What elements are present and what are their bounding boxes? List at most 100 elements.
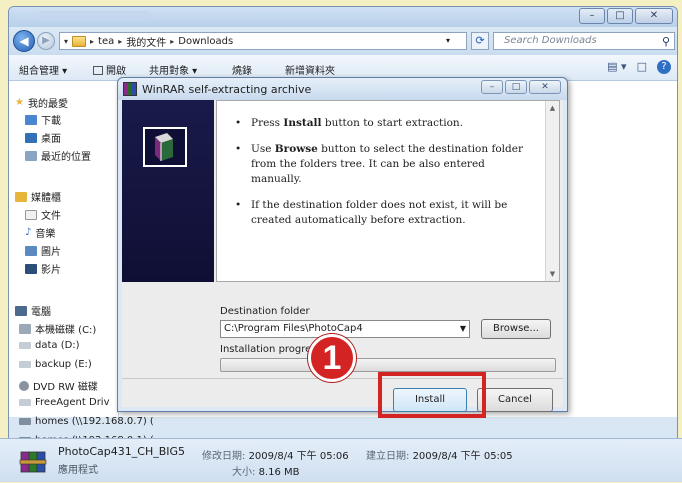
dialog-close-button[interactable]: ✕ [529, 80, 561, 94]
sidebar-item-data-drive[interactable]: data (D:) [19, 340, 80, 351]
size-value: 8.16 MB [258, 467, 300, 478]
sidebar-item-computer[interactable]: 電腦 [15, 303, 51, 318]
sidebar-item-label: 本機磁碟 (C:) [35, 325, 97, 336]
sidebar-item-label: 文件 [41, 211, 61, 222]
sidebar-item-videos[interactable]: 影片 [25, 261, 61, 276]
chevron-down-icon: ▾ [64, 36, 69, 46]
back-button[interactable]: ◀ [13, 30, 35, 52]
breadcrumb-item[interactable]: Downloads [178, 36, 233, 47]
preview-pane-icon[interactable]: □ [637, 60, 647, 74]
organize-button[interactable]: 組合管理 ▾ [19, 62, 67, 77]
dialog-maximize-button[interactable]: □ [505, 80, 527, 94]
sidebar-item-music[interactable]: ♪ 音樂 [25, 225, 55, 240]
chevron-down-icon[interactable]: ▼ [460, 321, 466, 337]
sidebar-item-label: 我的最愛 [27, 99, 68, 110]
breadcrumb-item[interactable]: tea [98, 36, 114, 47]
instruction-install: Press Install button to start extraction… [235, 116, 535, 131]
address-bar[interactable]: ▾ ▸ tea ▸ 我的文件 ▸ Downloads ▾ [59, 32, 467, 50]
maximize-button[interactable]: □ [607, 8, 633, 24]
search-input[interactable]: Search Downloads ⚲ [493, 32, 675, 50]
sidebar-item-favorites[interactable]: ★ 我的最愛 [15, 95, 68, 110]
instructions-scrollbar[interactable]: ▲ ▼ [545, 101, 559, 281]
instruction-text: Use [251, 143, 275, 155]
documents-icon [25, 209, 37, 220]
sidebar-item-label: FreeAgent Driv [35, 397, 110, 408]
window-controls: – □ ✕ [579, 8, 673, 24]
instructions-list: Press Install button to start extraction… [235, 116, 535, 239]
drive-icon [19, 342, 31, 349]
help-icon[interactable]: ? [657, 60, 671, 74]
step-number-badge: 1 [308, 334, 356, 382]
breadcrumb-item[interactable]: 我的文件 [126, 34, 166, 49]
share-button[interactable]: 共用對象 ▾ [149, 62, 197, 77]
sidebar-item-desktop[interactable]: 桌面 [25, 130, 61, 145]
minimize-button[interactable]: – [579, 8, 605, 24]
winrar-logo [143, 127, 187, 167]
sidebar-item-recent[interactable]: 最近的位置 [25, 148, 91, 163]
sidebar-item-libraries[interactable]: 媒體櫃 [15, 189, 61, 204]
star-icon: ★ [15, 97, 24, 108]
progress-label: Installation progress [220, 344, 322, 355]
created-value: 2009/8/4 下午 05:05 [412, 451, 513, 462]
sidebar-item-downloads[interactable]: 下載 [25, 112, 61, 127]
sidebar-item-pictures[interactable]: 圖片 [25, 243, 61, 258]
pictures-icon [25, 245, 37, 256]
videos-icon [25, 263, 37, 274]
new-folder-button[interactable]: 新增資料夾 [285, 62, 335, 77]
sidebar-item-label: 桌面 [41, 134, 61, 145]
cancel-button[interactable]: Cancel [477, 388, 553, 412]
sidebar-item-documents[interactable]: 文件 [25, 207, 61, 222]
refresh-icon[interactable]: ⟳ [471, 32, 489, 50]
modified-value: 2009/8/4 下午 05:06 [248, 451, 349, 462]
open-button[interactable]: 開啟 [93, 62, 126, 77]
installation-progress-bar [220, 358, 556, 372]
desktop-icon [25, 132, 37, 143]
details-modified: 修改日期: 2009/8/4 下午 05:06 [202, 447, 349, 462]
sidebar-item-label: 下載 [41, 116, 61, 127]
instruction-bold: Install [283, 117, 322, 129]
navigation-pane: ★ 我的最愛 下載 桌面 最近的位置 媒體櫃 文件 ♪ 音樂 圖片 影片 電腦 本機… [9, 81, 154, 445]
browse-button[interactable]: Browse... [481, 319, 551, 339]
sidebar-item-label: 音樂 [35, 229, 56, 240]
address-dropdown-icon[interactable]: ▾ [446, 33, 450, 49]
search-icon: ⚲ [661, 35, 670, 48]
sidebar-item-dvd-drive[interactable]: DVD RW 磁碟 [19, 378, 98, 393]
breadcrumb-separator-icon: ▸ [170, 36, 175, 46]
download-folder-icon [25, 114, 37, 125]
sidebar-item-label: DVD RW 磁碟 [33, 382, 98, 393]
explorer-titlebar: – □ ✕ [9, 7, 677, 27]
local-disk-icon [19, 323, 31, 334]
instruction-text: Press [251, 117, 284, 129]
size-label: 大小: [232, 467, 256, 478]
drive-icon [19, 399, 31, 406]
modified-label: 修改日期: [202, 451, 246, 462]
network-drive-icon [19, 418, 31, 425]
sidebar-item-label: 電腦 [31, 307, 51, 318]
details-size: 大小: 8.16 MB [232, 463, 300, 478]
open-label: 開啟 [106, 66, 126, 77]
open-icon [93, 66, 103, 75]
recent-places-icon [25, 150, 37, 161]
install-highlight-box [378, 372, 486, 418]
sidebar-item-local-disk[interactable]: 本機磁碟 (C:) [19, 321, 96, 336]
scroll-down-icon[interactable]: ▼ [546, 267, 559, 281]
drive-icon [19, 361, 31, 368]
instruction-browse: Use Browse button to select the destinat… [235, 142, 535, 187]
details-file-type: 應用程式 [58, 465, 98, 476]
dialog-minimize-button[interactable]: – [481, 80, 503, 94]
close-button[interactable]: ✕ [635, 8, 673, 24]
sidebar-item-label: 媒體櫃 [31, 193, 61, 204]
sidebar-item-backup-drive[interactable]: backup (E:) [19, 359, 92, 370]
details-filename: PhotoCap431_CH_BIG5 [58, 445, 186, 458]
forward-button[interactable]: ▶ [37, 32, 55, 50]
scroll-up-icon[interactable]: ▲ [546, 101, 559, 115]
destination-folder-input[interactable]: C:\Program Files\PhotoCap4 ▼ [220, 320, 470, 338]
view-options-icon[interactable]: ▤ ▾ [607, 60, 626, 74]
instruction-bold: Browse [274, 143, 318, 155]
instruction-text: button to start extraction. [321, 117, 464, 129]
logo-panel [122, 100, 214, 282]
address-row: ◀ ▶ ▾ ▸ tea ▸ 我的文件 ▸ Downloads ▾ ⟳ Searc… [9, 27, 677, 55]
burn-button[interactable]: 燒錄 [232, 62, 252, 77]
sidebar-item-freeagent-drive[interactable]: FreeAgent Driv [19, 397, 110, 408]
sidebar-item-homes-7[interactable]: homes (\\192.168.0.7) ( [19, 416, 154, 427]
